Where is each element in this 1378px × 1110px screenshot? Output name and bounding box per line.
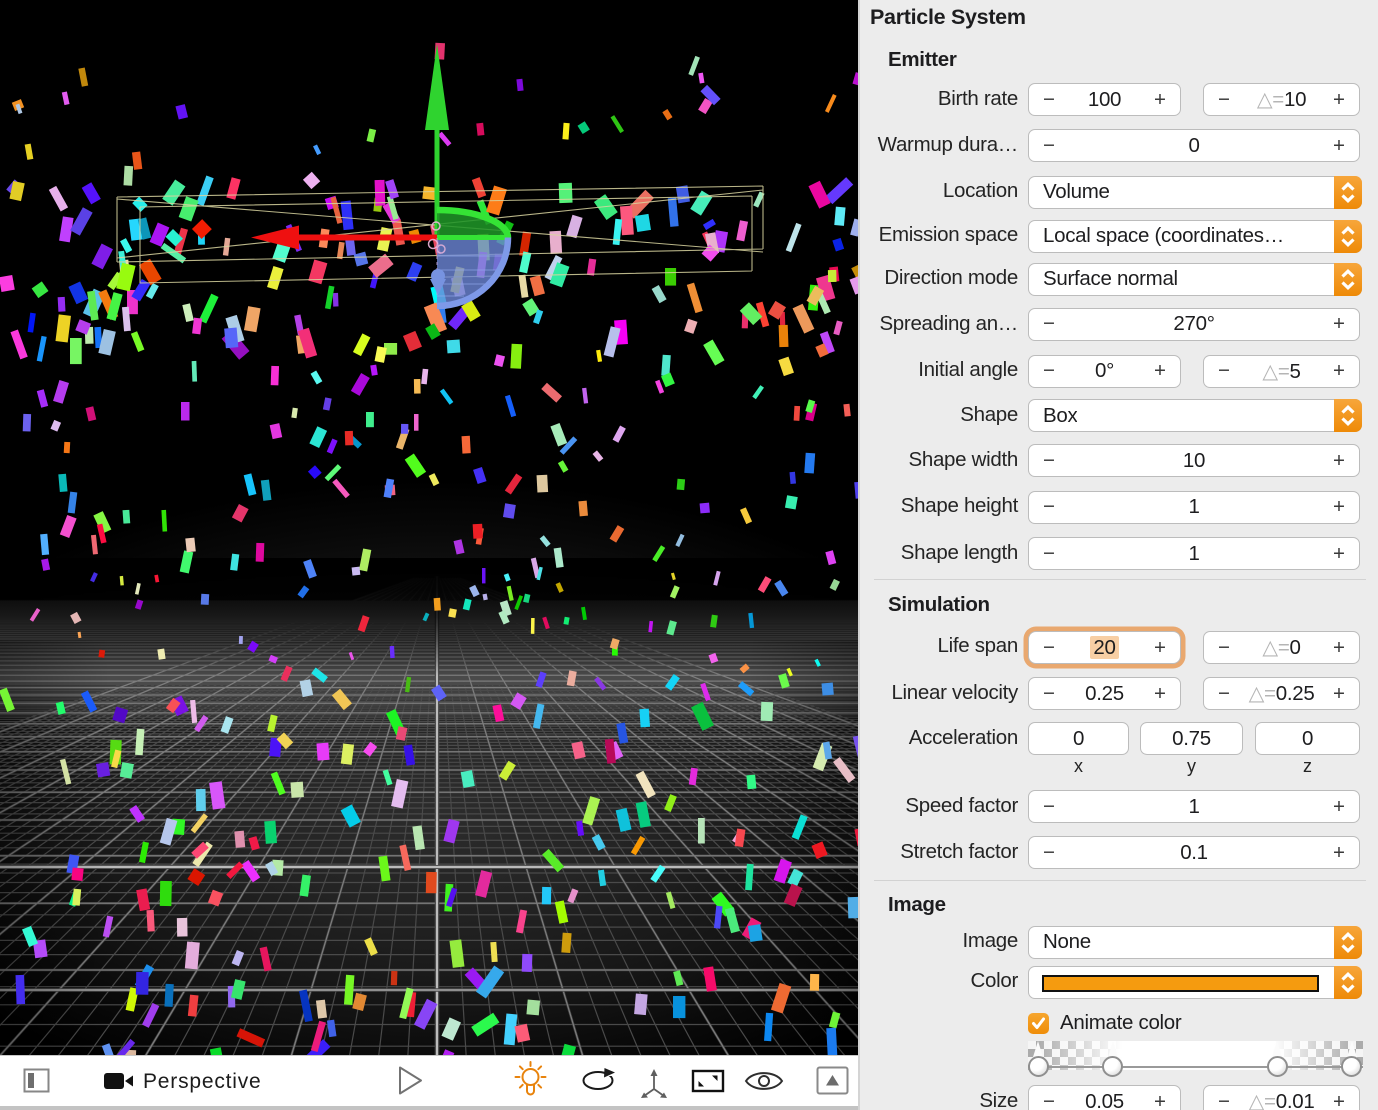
svg-text:Perspective: Perspective	[143, 1070, 262, 1093]
